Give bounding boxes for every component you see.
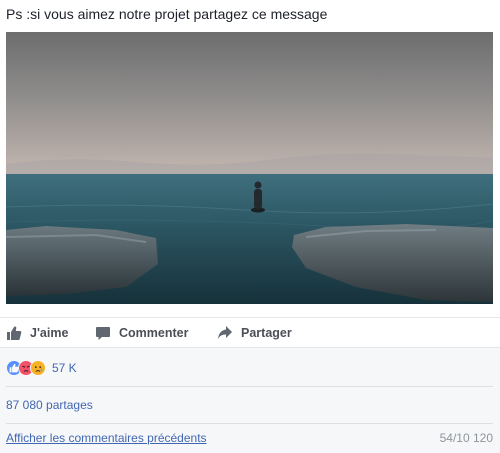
sad-icon — [30, 360, 46, 376]
shares-count-link[interactable]: 87 080 partages — [6, 398, 93, 412]
feedback-section: 57 K 87 080 partages Afficher les commen… — [0, 348, 500, 453]
share-label: Partager — [241, 326, 292, 340]
speech-bubble-icon — [95, 325, 111, 341]
post-video-thumbnail[interactable] — [6, 32, 493, 304]
share-button[interactable]: Partager — [217, 318, 292, 348]
comment-label: Commenter — [119, 326, 189, 340]
like-button[interactable]: J'aime — [6, 318, 68, 348]
view-previous-comments-link[interactable]: Afficher les commentaires précédents — [6, 431, 207, 445]
reactions-summary[interactable]: 57 K — [6, 360, 77, 376]
like-label: J'aime — [30, 326, 69, 340]
divider — [6, 386, 493, 387]
thumbs-up-icon — [6, 325, 22, 341]
comment-button[interactable]: Commenter — [95, 318, 188, 348]
post-text: Ps :si vous aimez notre projet partagez … — [6, 6, 328, 22]
share-arrow-icon — [217, 325, 233, 341]
divider — [6, 423, 493, 424]
comments-counter: 54/10 120 — [439, 431, 493, 445]
reactions-count: 57 K — [52, 361, 77, 375]
post-actions-bar: J'aime Commenter Partager — [0, 317, 500, 348]
